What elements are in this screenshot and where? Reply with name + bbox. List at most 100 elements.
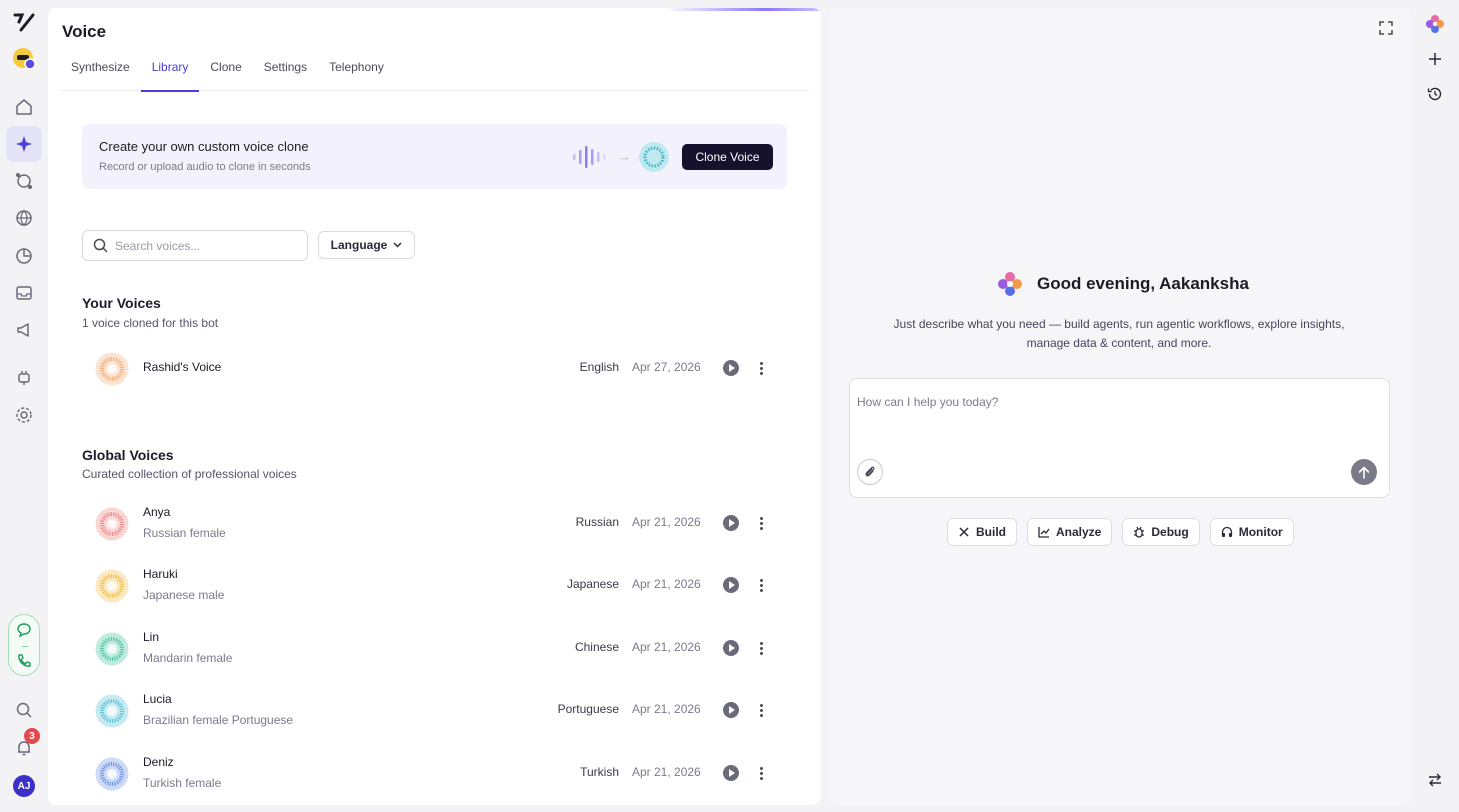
megaphone-icon[interactable] xyxy=(12,318,36,342)
analyze-chip-label: Analyze xyxy=(1056,525,1102,539)
settings-gear-icon[interactable] xyxy=(12,403,36,427)
arrow-right-icon: → xyxy=(618,149,631,164)
monitor-chip[interactable]: Monitor xyxy=(1209,518,1294,546)
global-voices-subtitle: Curated collection of professional voice… xyxy=(82,467,297,481)
voice-avatar xyxy=(95,569,129,603)
monitor-chip-label: Monitor xyxy=(1238,525,1283,539)
voice-name: Deniz xyxy=(143,755,174,769)
voice-language: Turkish xyxy=(580,765,619,779)
play-icon[interactable] xyxy=(723,640,739,656)
more-options-icon[interactable] xyxy=(753,577,769,593)
voice-avatar xyxy=(95,352,129,386)
global-voices-title: Global Voices xyxy=(82,447,174,463)
play-icon[interactable] xyxy=(723,702,739,718)
quick-action-chips: Build Analyze Debug Monitor xyxy=(947,518,1294,546)
attach-button[interactable] xyxy=(857,459,883,485)
chat-input-box xyxy=(849,378,1390,498)
ai-sparkle-icon[interactable] xyxy=(6,126,42,162)
debug-chip-label: Debug xyxy=(1151,525,1189,539)
tab-bar: Synthesize Library Clone Settings Teleph… xyxy=(60,58,809,92)
voice-row[interactable]: Deniz Turkish female Turkish Apr 21, 2026 xyxy=(82,746,787,802)
play-icon[interactable] xyxy=(723,765,739,781)
voice-row[interactable]: Lin Mandarin female Chinese Apr 21, 2026 xyxy=(82,621,787,677)
headphones-icon xyxy=(1221,526,1232,537)
plus-icon[interactable] xyxy=(1425,49,1445,69)
user-avatar[interactable]: AJ xyxy=(13,775,35,797)
voice-avatar xyxy=(95,632,129,666)
more-options-icon[interactable] xyxy=(753,702,769,718)
tab-synthesize[interactable]: Synthesize xyxy=(60,58,141,91)
voice-language: English xyxy=(579,360,619,374)
voice-name: Lucia xyxy=(143,692,172,706)
send-button[interactable] xyxy=(1351,459,1377,485)
tab-library[interactable]: Library xyxy=(140,58,200,92)
more-options-icon[interactable] xyxy=(753,765,769,781)
search-icon xyxy=(93,238,108,253)
assistant-description: Just describe what you need — build agen… xyxy=(893,317,1345,350)
voice-date: Apr 21, 2026 xyxy=(632,577,701,591)
bot-avatar[interactable] xyxy=(12,47,36,71)
voice-search xyxy=(82,230,308,261)
globe-icon[interactable] xyxy=(12,206,36,230)
analyze-chip[interactable]: Analyze xyxy=(1027,518,1113,546)
assistant-logo-icon xyxy=(998,272,1022,296)
expand-icon[interactable] xyxy=(1378,20,1394,41)
assistant-logo-icon[interactable] xyxy=(1425,14,1445,34)
voice-row[interactable]: Rashid's Voice English Apr 27, 2026 xyxy=(82,341,787,397)
voice-panel: Voice Synthesize Library Clone Settings … xyxy=(48,8,821,805)
history-icon[interactable] xyxy=(1425,84,1445,104)
tab-settings[interactable]: Settings xyxy=(253,58,318,91)
chat-input[interactable] xyxy=(857,395,1377,435)
voice-description: Brazilian female Portuguese xyxy=(143,713,294,727)
tab-clone[interactable]: Clone xyxy=(199,58,252,91)
banner-title: Create your own custom voice clone xyxy=(99,139,309,154)
voice-row[interactable]: Anya Russian female Russian Apr 21, 2026 xyxy=(82,496,787,552)
analytics-pie-icon[interactable] xyxy=(12,244,36,268)
voice-date: Apr 21, 2026 xyxy=(632,702,701,716)
voice-language: Japanese xyxy=(566,577,619,591)
chevron-down-icon xyxy=(393,242,402,248)
bug-icon xyxy=(1134,526,1145,538)
phone-icon[interactable] xyxy=(16,653,32,669)
assistant-panel: Good evening, Aakanksha Just describe wh… xyxy=(829,8,1411,805)
play-icon[interactable] xyxy=(723,577,739,593)
more-options-icon[interactable] xyxy=(753,515,769,531)
tools-icon xyxy=(959,527,969,537)
search-voices-input[interactable] xyxy=(115,238,295,253)
activity-glow xyxy=(663,8,821,11)
plug-icon[interactable] xyxy=(12,366,36,390)
more-options-icon[interactable] xyxy=(753,360,769,376)
voice-description: Russian female xyxy=(143,526,226,540)
play-icon[interactable] xyxy=(723,515,739,531)
voice-language: Chinese xyxy=(574,640,619,654)
build-chip-label: Build xyxy=(976,525,1006,539)
debug-chip[interactable]: Debug xyxy=(1122,518,1200,546)
voice-avatar xyxy=(95,757,129,791)
voice-description: Turkish female xyxy=(143,776,222,790)
voice-date: Apr 21, 2026 xyxy=(632,765,701,779)
build-chip[interactable]: Build xyxy=(947,518,1017,546)
tab-telephony[interactable]: Telephony xyxy=(318,58,395,91)
voice-row[interactable]: Haruki Japanese male Japanese Apr 21, 2026 xyxy=(82,558,787,614)
voice-name: Haruki xyxy=(143,567,178,581)
search-icon[interactable] xyxy=(12,698,36,722)
voice-language: Russian xyxy=(575,515,619,529)
voice-avatar xyxy=(95,507,129,541)
agents-icon[interactable] xyxy=(12,169,36,193)
left-nav-rail: 3 AJ xyxy=(0,0,47,812)
more-options-icon[interactable] xyxy=(753,640,769,656)
voice-name: Anya xyxy=(143,505,171,519)
swap-icon[interactable] xyxy=(1425,770,1445,790)
chat-bubble-icon[interactable] xyxy=(16,622,32,638)
home-icon[interactable] xyxy=(12,95,36,119)
greeting: Good evening, Aakanksha xyxy=(997,271,1249,297)
voice-date: Apr 27, 2026 xyxy=(632,360,701,374)
paperclip-icon xyxy=(865,466,875,477)
app-logo[interactable] xyxy=(12,10,36,34)
voice-row[interactable]: Lucia Brazilian female Portuguese Portugue… xyxy=(82,683,787,739)
clone-voice-button[interactable]: Clone Voice xyxy=(682,144,773,170)
inbox-icon[interactable] xyxy=(12,281,36,305)
page-title: Voice xyxy=(62,22,107,41)
play-icon[interactable] xyxy=(723,360,739,376)
language-dropdown[interactable]: Language xyxy=(318,231,415,259)
